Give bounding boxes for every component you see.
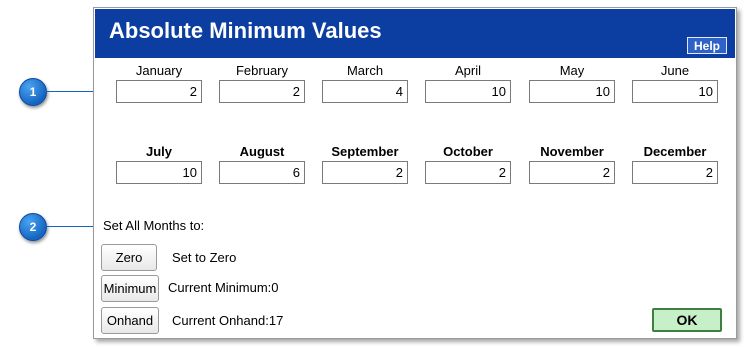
dialog-title: Absolute Minimum Values <box>109 18 382 43</box>
month-value-input[interactable]: 2 <box>219 80 305 103</box>
callout-number: 2 <box>29 220 37 234</box>
month-value-input[interactable]: 2 <box>632 161 718 184</box>
month-field-march: March 4 <box>322 63 408 103</box>
month-field-september: September 2 <box>322 144 408 184</box>
month-label: December <box>643 144 707 159</box>
month-label: September <box>331 144 399 159</box>
current-onhand-text: Current Onhand:17 <box>172 313 284 328</box>
month-field-april: April 10 <box>425 63 511 103</box>
month-value-input[interactable]: 2 <box>529 161 615 184</box>
month-field-may: May 10 <box>529 63 615 103</box>
month-label: March <box>346 63 384 78</box>
month-value-input[interactable]: 10 <box>632 80 718 103</box>
callout-line-2 <box>46 226 100 227</box>
set-all-months-label: Set All Months to: <box>103 218 205 233</box>
month-label: January <box>135 63 183 78</box>
month-field-december: December 2 <box>632 144 718 184</box>
zero-description: Set to Zero <box>172 250 237 265</box>
month-field-july: July 10 <box>116 144 202 184</box>
month-value-input[interactable]: 2 <box>322 161 408 184</box>
month-label: May <box>559 63 585 78</box>
onhand-button[interactable]: Onhand <box>101 307 159 334</box>
month-value-input[interactable]: 2 <box>425 161 511 184</box>
month-label: August <box>239 144 285 159</box>
zero-button[interactable]: Zero <box>101 244 157 271</box>
month-field-october: October 2 <box>425 144 511 184</box>
month-value-input[interactable]: 10 <box>529 80 615 103</box>
month-value-input[interactable]: 10 <box>425 80 511 103</box>
month-field-february: February 2 <box>219 63 305 103</box>
callout-number: 1 <box>29 85 37 99</box>
month-label: February <box>235 63 289 78</box>
help-button[interactable]: Help <box>687 37 727 54</box>
current-minimum-text: Current Minimum:0 <box>168 280 279 295</box>
month-field-november: November 2 <box>529 144 615 184</box>
callout-badge-1: 1 <box>19 78 47 106</box>
month-label: October <box>443 144 493 159</box>
ok-button[interactable]: OK <box>652 308 722 332</box>
minimum-button[interactable]: Minimum <box>101 275 159 302</box>
title-bar: Absolute Minimum Values Help <box>95 9 735 58</box>
month-label: July <box>145 144 172 159</box>
month-field-august: August 6 <box>219 144 305 184</box>
month-value-input[interactable]: 6 <box>219 161 305 184</box>
callout-badge-2: 2 <box>19 213 47 241</box>
month-label: June <box>660 63 690 78</box>
month-field-june: June 10 <box>632 63 718 103</box>
month-field-january: January 2 <box>116 63 202 103</box>
month-value-input[interactable]: 4 <box>322 80 408 103</box>
month-value-input[interactable]: 10 <box>116 161 202 184</box>
absolute-minimum-dialog: Absolute Minimum Values Help January 2 F… <box>93 7 737 339</box>
month-value-input[interactable]: 2 <box>116 80 202 103</box>
month-label: November <box>540 144 604 159</box>
month-label: April <box>454 63 481 78</box>
